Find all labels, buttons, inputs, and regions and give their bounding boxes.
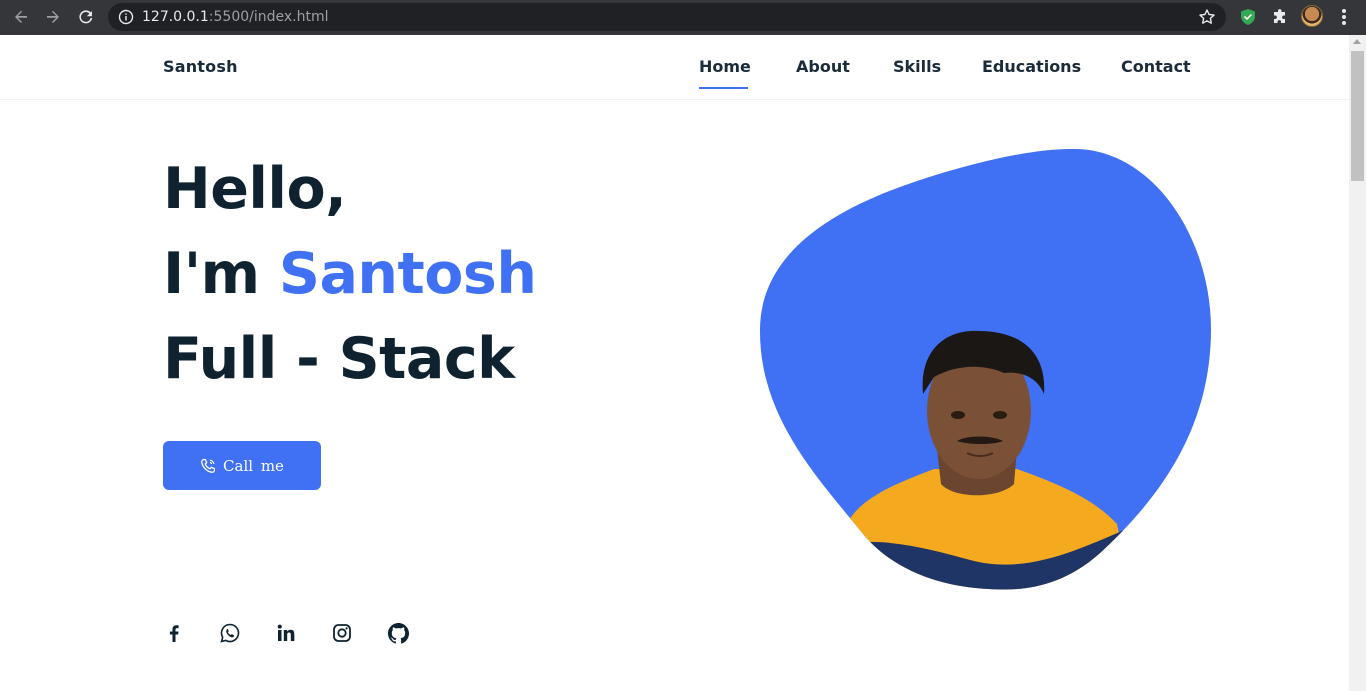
nav-contact[interactable]: Contact [1121, 57, 1191, 76]
site-header: Santosh Home About Skills Educations Con… [0, 35, 1349, 100]
hero-greeting: Hello, [163, 156, 347, 222]
nav-about[interactable]: About [796, 57, 850, 76]
puzzle-icon[interactable] [1269, 6, 1291, 28]
browser-toolbar: 127.0.0.1:5500/index.html [0, 0, 1366, 35]
hero-intro-prefix: I'm [163, 241, 279, 307]
phone-icon [201, 458, 216, 473]
call-me-label: Call me [223, 456, 284, 475]
whatsapp-icon[interactable] [219, 622, 241, 644]
active-nav-indicator [699, 87, 748, 89]
kebab-menu-icon[interactable] [1336, 7, 1352, 27]
url-host: 127.0.0.1 [142, 9, 209, 25]
page-viewport: Santosh Home About Skills Educations Con… [0, 35, 1349, 691]
shield-extension-icon[interactable] [1237, 6, 1259, 28]
info-icon[interactable] [118, 9, 134, 25]
hero-intro: I'm Santosh [163, 246, 537, 303]
hero-role: Full - Stack [163, 326, 515, 392]
reload-icon[interactable] [74, 5, 98, 29]
site-logo[interactable]: Santosh [163, 57, 238, 76]
call-me-button[interactable]: Call me [163, 441, 321, 490]
scroll-up-arrow-icon[interactable] [1353, 39, 1361, 44]
url-text: 127.0.0.1:5500/index.html [142, 8, 329, 26]
profile-avatar[interactable] [1301, 5, 1323, 27]
nav-skills[interactable]: Skills [893, 57, 941, 76]
nav-home[interactable]: Home [699, 57, 751, 76]
star-icon[interactable] [1198, 8, 1216, 26]
github-icon[interactable] [387, 622, 409, 644]
back-icon[interactable] [9, 5, 33, 29]
instagram-icon[interactable] [331, 622, 353, 644]
page-scrollbar[interactable] [1349, 35, 1366, 691]
nav-educations[interactable]: Educations [982, 57, 1081, 76]
hero-name: Santosh [278, 241, 537, 307]
linkedin-icon[interactable] [275, 622, 297, 644]
facebook-icon[interactable] [163, 622, 185, 644]
address-bar[interactable]: 127.0.0.1:5500/index.html [108, 3, 1226, 31]
profile-blob [759, 149, 1211, 590]
url-path: :5500/index.html [208, 9, 329, 25]
forward-icon[interactable] [41, 5, 65, 29]
scroll-thumb[interactable] [1351, 51, 1364, 181]
